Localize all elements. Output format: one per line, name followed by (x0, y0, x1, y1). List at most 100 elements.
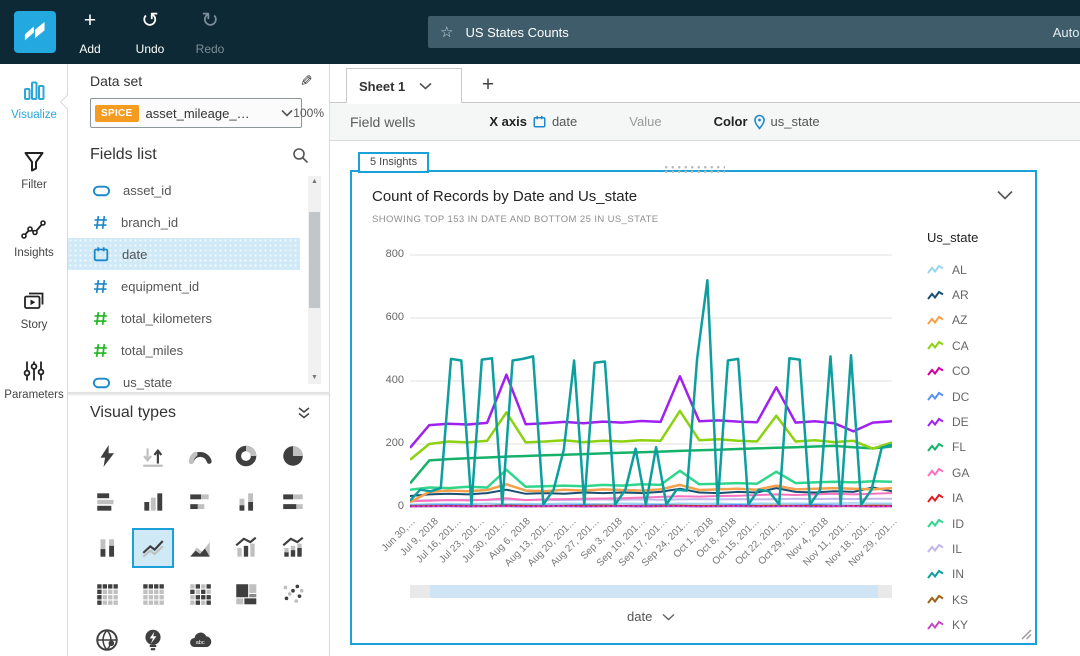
scroll-down-icon[interactable]: ▼ (308, 372, 321, 384)
resize-handle-icon[interactable] (1021, 629, 1032, 640)
field-item-us_state[interactable]: us_state (68, 366, 330, 391)
field-item-equipment_id[interactable]: equipment_id (68, 270, 330, 302)
nav-item-story[interactable]: Story (0, 289, 68, 359)
legend-item-CO[interactable]: CO (927, 359, 1031, 384)
visual-type-auto-graph-icon[interactable] (86, 436, 128, 476)
nav-item-label: Story (21, 319, 48, 331)
line-series-IN[interactable] (410, 280, 892, 504)
legend-item-DC[interactable]: DC (927, 384, 1031, 409)
visual-type-vertical-stacked-bar-icon[interactable] (225, 482, 267, 522)
scroll-up-icon[interactable]: ▲ (308, 176, 321, 188)
star-icon[interactable]: ☆ (440, 23, 453, 41)
line-series-DE[interactable] (410, 375, 892, 448)
add-button[interactable]: + Add (66, 10, 114, 56)
redo-button[interactable]: ↻ Redo (186, 10, 234, 56)
y-axis-tick-label: 800 (366, 248, 404, 260)
legend-item-FL[interactable]: FL (927, 435, 1031, 460)
x-axis-well[interactable]: X axis date (489, 114, 577, 129)
search-icon[interactable] (292, 147, 309, 164)
visual-type-vertical-bar-icon[interactable] (132, 482, 174, 522)
visual-type-combo-bar-line-icon[interactable] (225, 528, 267, 568)
visual-type-horizontal-100-stacked-bar-icon[interactable] (272, 482, 314, 522)
visual-type-horizontal-bar-icon[interactable] (86, 482, 128, 522)
quicksight-logo-icon[interactable] (14, 11, 56, 53)
nav-item-insights[interactable]: Insights (0, 219, 68, 289)
visual-type-pie-icon[interactable] (272, 436, 314, 476)
dataset-select[interactable]: SPICE asset_mileage_… (90, 98, 302, 128)
redo-label: Redo (196, 42, 225, 56)
nav-item-filter[interactable]: Filter (0, 149, 68, 219)
legend-line-swatch-icon (927, 569, 945, 580)
field-wells-bar[interactable]: Field wells X axis date Value Color us_s… (330, 103, 1080, 141)
fields-scrollbar[interactable]: ▲ ▼ (308, 176, 321, 384)
x-axis-field-dropdown[interactable]: date (410, 609, 892, 624)
nav-item-parameters[interactable]: Parameters (0, 359, 68, 429)
legend-line-swatch-icon (927, 366, 945, 377)
visual-type-vertical-100-stacked-bar-icon[interactable] (86, 528, 128, 568)
undo-button[interactable]: ↺ Undo (126, 10, 174, 56)
analysis-title-bar[interactable]: ☆ US States Counts Autos (428, 16, 1080, 48)
spice-badge: SPICE (95, 105, 139, 122)
nav-item-label: Insights (14, 247, 54, 259)
legend-item-DE[interactable]: DE (927, 409, 1031, 434)
legend-item-label: KS (952, 593, 968, 607)
visual-type-pivot-table-icon[interactable] (86, 574, 128, 614)
visual-type-area-chart-icon[interactable] (179, 528, 221, 568)
visual-type-heat-map-icon[interactable] (179, 574, 221, 614)
sheet-tab[interactable]: Sheet 1 (346, 68, 462, 103)
field-item-date[interactable]: date (68, 238, 300, 270)
visual-type-scatter-plot-icon[interactable] (272, 574, 314, 614)
add-sheet-button[interactable]: + (473, 70, 503, 100)
collapse-double-chevron-icon[interactable] (297, 407, 311, 420)
field-item-total_miles[interactable]: total_miles (68, 334, 330, 366)
visual-type-insights-icon[interactable] (132, 620, 174, 656)
visual-type-kpi-icon[interactable] (132, 436, 174, 476)
chevron-down-icon (662, 613, 675, 621)
scrollbar-thumb[interactable] (430, 585, 878, 598)
legend-item-IA[interactable]: IA (927, 486, 1031, 511)
scrollbar-right-cap[interactable] (878, 585, 892, 598)
edit-dataset-pencil-icon[interactable]: ✎ (300, 72, 313, 90)
legend-item-AL[interactable]: AL (927, 257, 1031, 282)
chevron-down-icon (419, 82, 432, 90)
legend-item-KS[interactable]: KS (927, 587, 1031, 612)
visual-title[interactable]: Count of Records by Date and Us_state (372, 188, 637, 205)
visual-type-combo-stacked-bar-line-icon[interactable] (272, 528, 314, 568)
visual-type-donut-icon[interactable] (225, 436, 267, 476)
legend-item-label: KY (952, 618, 968, 632)
visual-type-points-on-map-icon[interactable] (86, 620, 128, 656)
visual-type-table-icon[interactable] (132, 574, 174, 614)
left-panel: Data set ✎ SPICE asset_mileage_… 100% Fi… (68, 64, 330, 656)
visual-type-word-cloud-icon[interactable]: abc (179, 620, 221, 656)
visual-type-line-chart-icon[interactable] (132, 528, 174, 568)
field-item-asset_id[interactable]: asset_id (68, 174, 330, 206)
legend-item-IL[interactable]: IL (927, 536, 1031, 561)
legend-item-KY[interactable]: KY (927, 612, 1031, 637)
legend-item-CA[interactable]: CA (927, 333, 1031, 358)
visual-menu-chevron-icon[interactable] (997, 190, 1013, 200)
visual-type-gauge-icon[interactable] (179, 436, 221, 476)
legend-item-IN[interactable]: IN (927, 562, 1031, 587)
string-field-icon (92, 181, 111, 200)
legend-item-label: IN (952, 567, 964, 581)
autosave-label[interactable]: Autos (1053, 25, 1080, 40)
scrollbar-thumb[interactable] (309, 212, 320, 308)
nav-item-visualize[interactable]: Visualize (0, 79, 68, 149)
legend-item-GA[interactable]: GA (927, 460, 1031, 485)
field-label: total_kilometers (121, 311, 212, 326)
drag-handle-icon[interactable] (663, 165, 725, 174)
legend-item-AZ[interactable]: AZ (927, 308, 1031, 333)
visual-type-horizontal-stacked-bar-icon[interactable] (179, 482, 221, 522)
color-well[interactable]: Color us_state (714, 114, 820, 130)
panel-divider (68, 392, 330, 394)
field-item-branch_id[interactable]: branch_id (68, 206, 330, 238)
legend-item-ID[interactable]: ID (927, 511, 1031, 536)
value-well[interactable]: Value (629, 114, 661, 129)
insights-badge[interactable]: 5 Insights (358, 152, 429, 173)
visual-type-tree-map-icon[interactable] (225, 574, 267, 614)
measure-field-icon (92, 310, 109, 327)
chart-horizontal-scrollbar[interactable] (410, 585, 892, 598)
scrollbar-left-cap[interactable] (410, 585, 430, 598)
field-item-total_kilometers[interactable]: total_kilometers (68, 302, 330, 334)
legend-item-AR[interactable]: AR (927, 282, 1031, 307)
